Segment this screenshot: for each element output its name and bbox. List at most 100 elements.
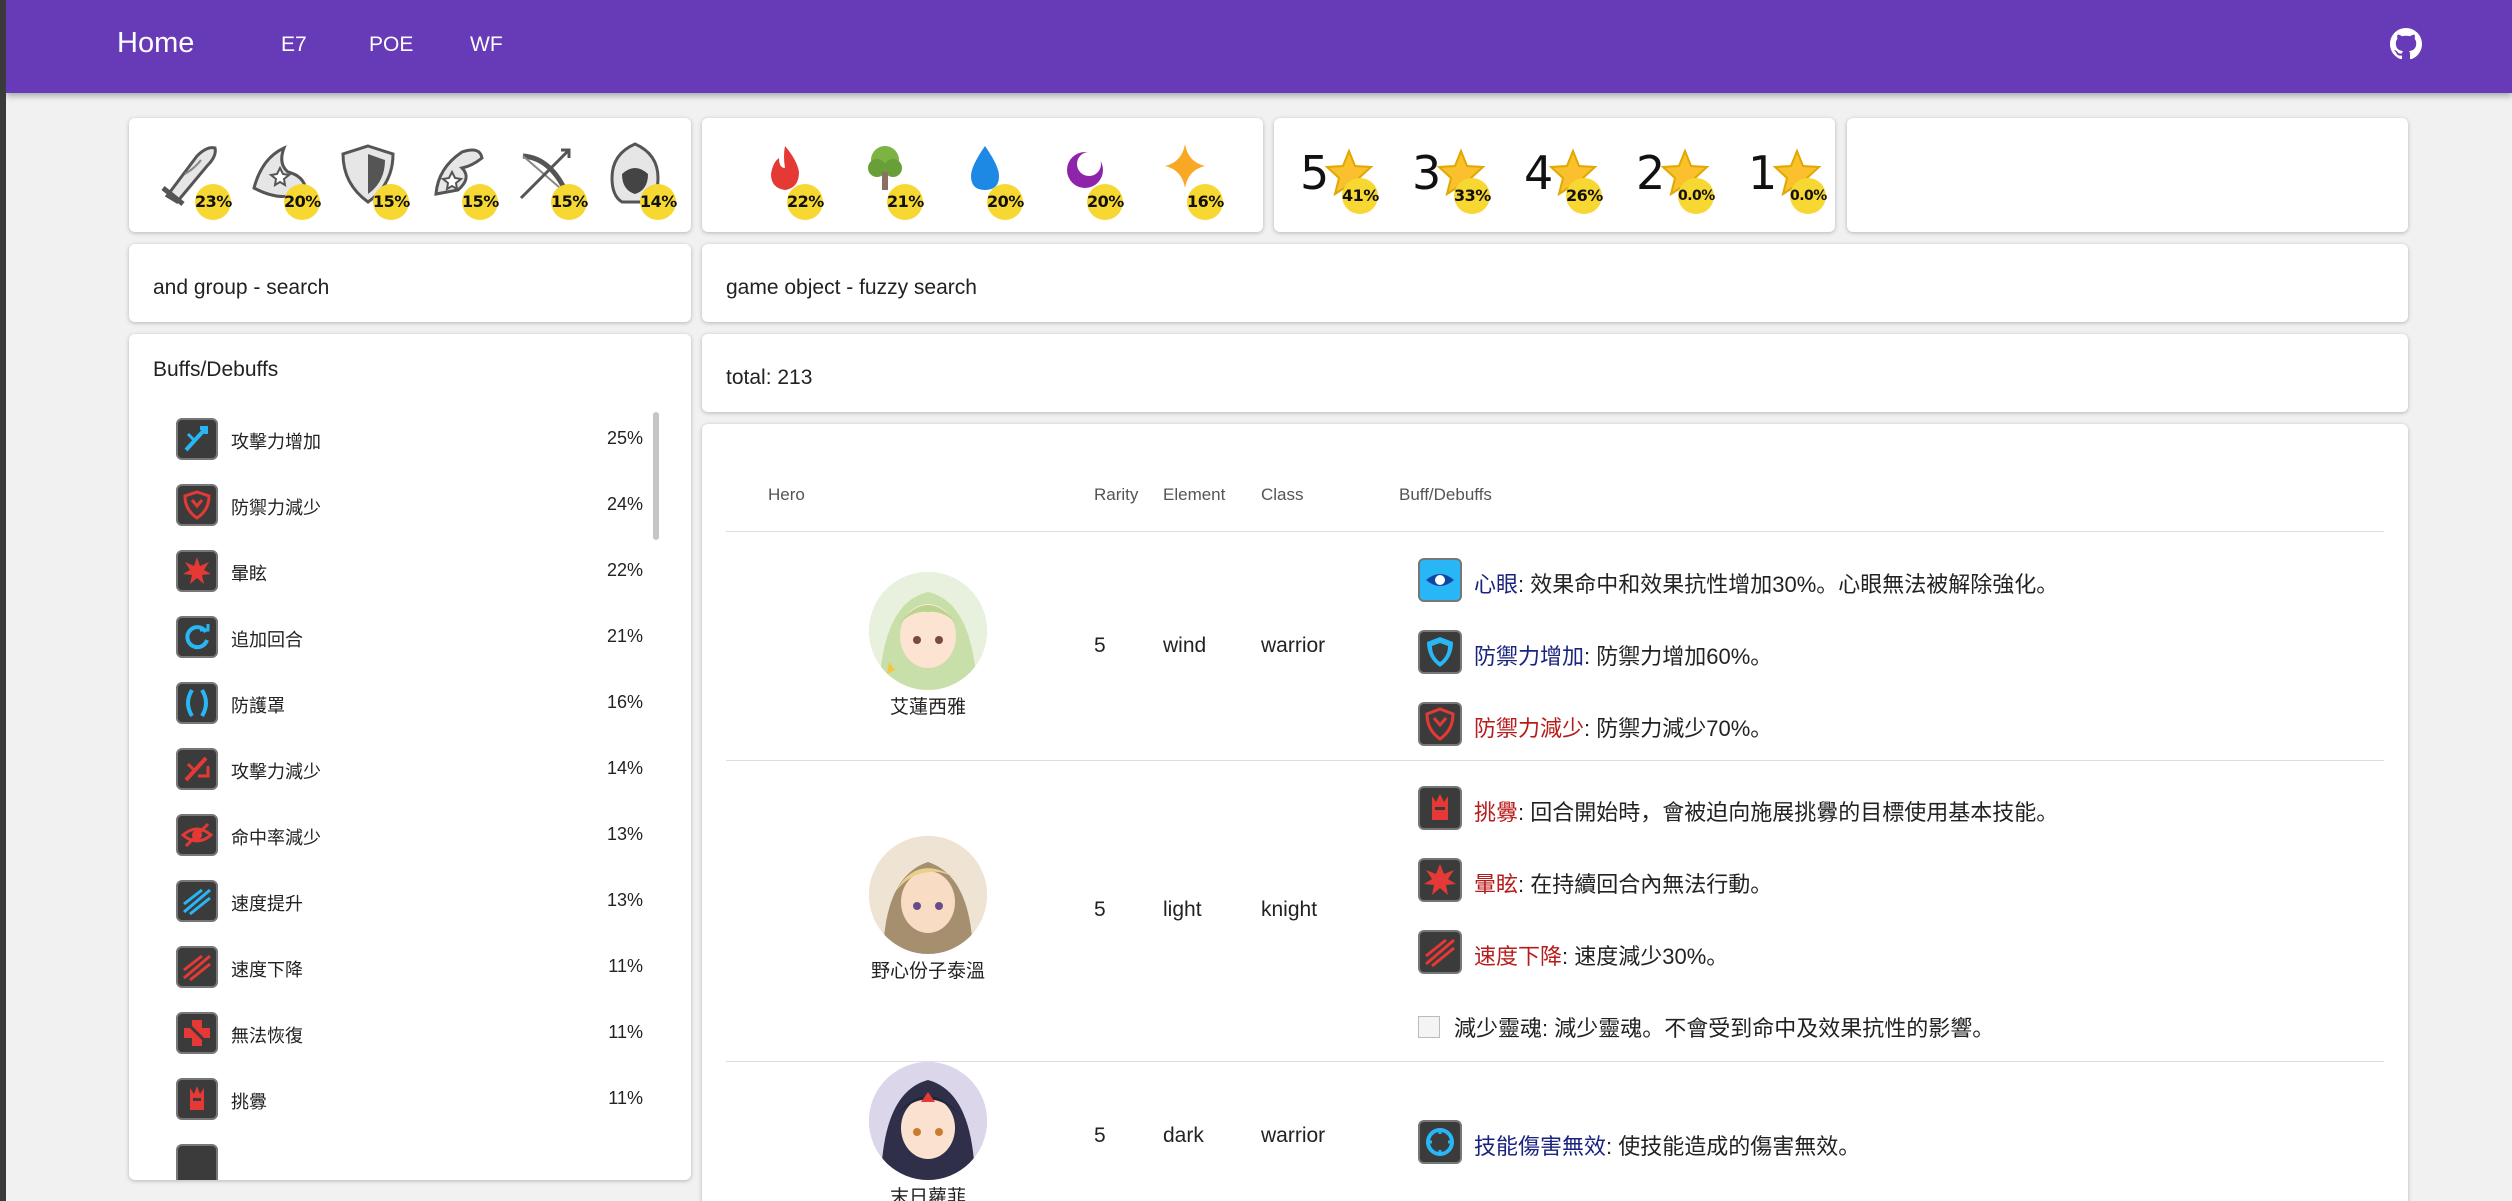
- column-header-class[interactable]: Class: [1261, 485, 1304, 505]
- class-pct-badge: 20%: [284, 184, 321, 220]
- class-pct-badge: 23%: [195, 184, 232, 220]
- buff-name[interactable]: 技能傷害無效: [1474, 1134, 1606, 1159]
- list-item[interactable]: 速度下降 11%: [129, 934, 691, 1000]
- unhealable-icon: [176, 1012, 218, 1054]
- element-pct-badge: 21%: [887, 184, 924, 220]
- buff-description: : 回合開始時，會被迫向施展挑釁的目標使用基本技能。: [1518, 800, 2059, 825]
- list-item[interactable]: 命中率減少 13%: [129, 802, 691, 868]
- attack-up-icon: [176, 418, 218, 460]
- group-search-field[interactable]: and group - search: [129, 244, 691, 322]
- list-item-pct: 13%: [606, 824, 643, 844]
- list-item-label: 無法恢復: [231, 1026, 303, 1046]
- rarity-pct-badge: 26%: [1566, 178, 1603, 214]
- class-filter-warrior[interactable]: 15%: [333, 138, 410, 222]
- stun-icon: [1418, 858, 1462, 902]
- list-item[interactable]: 速度提升 13%: [129, 868, 691, 934]
- hero-element: light: [1163, 898, 1202, 921]
- rarity-pct-badge: 0.0%: [1678, 178, 1715, 214]
- header-divider: [726, 531, 2384, 532]
- app-frame: Home E7 POE WF 23% 20% 15% 15% 15% 14% 2…: [6, 0, 2512, 1201]
- list-item-pct: 25%: [606, 428, 643, 448]
- list-item[interactable]: 防禦力減少 24%: [129, 472, 691, 538]
- column-header-buffs[interactable]: Buff/Debuffs: [1399, 485, 1492, 505]
- list-item[interactable]: 暈眩 22%: [129, 538, 691, 604]
- hero-table-card: Hero Rarity Element Class Buff/Debuffs 艾…: [702, 424, 2408, 1201]
- element-filter-earth[interactable]: 21%: [857, 138, 931, 222]
- hero-name: 野心份子泰溫: [870, 961, 985, 982]
- hero-class: knight: [1261, 898, 1318, 921]
- list-item-partial[interactable]: [129, 1132, 691, 1180]
- column-header-rarity[interactable]: Rarity: [1094, 485, 1138, 505]
- list-item-pct: 11%: [608, 1088, 643, 1108]
- defense-down-icon: [176, 484, 218, 526]
- nav-link-e7[interactable]: E7: [281, 33, 307, 57]
- class-filter-knight[interactable]: 23%: [155, 138, 232, 222]
- partial-buff-icon: [176, 1144, 218, 1180]
- hero-class: warrior: [1261, 1124, 1326, 1147]
- home-link[interactable]: Home: [117, 27, 194, 60]
- buff-name[interactable]: 防禦力增加: [1474, 644, 1584, 669]
- column-header-element[interactable]: Element: [1163, 485, 1225, 505]
- column-header-hero[interactable]: Hero: [768, 485, 805, 505]
- element-filter-light[interactable]: 16%: [1157, 138, 1231, 222]
- fuzzy-search-field[interactable]: game object - fuzzy search: [702, 244, 2408, 322]
- github-icon[interactable]: [2390, 28, 2422, 60]
- debuff-name[interactable]: 暈眩: [1474, 872, 1518, 897]
- list-item-label: 攻擊力減少: [231, 762, 321, 782]
- hero-element: wind: [1163, 634, 1207, 657]
- speed-up-icon: [176, 880, 218, 922]
- buff-name[interactable]: 心眼: [1474, 572, 1518, 597]
- nav-link-poe[interactable]: POE: [369, 33, 413, 57]
- element-filter-dark[interactable]: 20%: [1057, 138, 1131, 222]
- list-item[interactable]: 挑釁 11%: [129, 1066, 691, 1132]
- element-pct-badge: 22%: [787, 184, 824, 220]
- list-item[interactable]: 攻擊力減少 14%: [129, 736, 691, 802]
- list-item-pct: 21%: [606, 626, 643, 646]
- list-item[interactable]: 無法恢復 11%: [129, 1000, 691, 1066]
- list-item-label: 暈眩: [231, 564, 267, 584]
- element-filter-fire[interactable]: 22%: [757, 138, 831, 222]
- list-item[interactable]: 追加回合 21%: [129, 604, 691, 670]
- row-divider: [726, 760, 2384, 761]
- class-filter-ranger[interactable]: 15%: [511, 138, 588, 222]
- nav-link-wf[interactable]: WF: [470, 33, 503, 57]
- buff-description: : 速度減少30%。: [1562, 944, 1729, 969]
- list-item-pct: 22%: [606, 560, 643, 580]
- defense-down-icon: [1418, 702, 1462, 746]
- list-item[interactable]: 防護罩 16%: [129, 670, 691, 736]
- hero-avatar: [869, 836, 987, 954]
- list-item-label: 挑釁: [231, 1092, 267, 1112]
- rarity-filter-card: 5 41% 3 33% 4 26% 2 0.0% 1 0.0%: [1274, 118, 1835, 232]
- empty-card: [1847, 118, 2408, 232]
- class-pct-badge: 15%: [462, 184, 499, 220]
- app-bar: Home E7 POE WF: [6, 0, 2512, 93]
- skill-nullify-icon: [1418, 1120, 1462, 1164]
- buff-description: : 防禦力增加60%。: [1584, 644, 1773, 669]
- element-filter-card: 22% 21% 20% 20% 16%: [702, 118, 1263, 232]
- provoke-icon: [1418, 786, 1462, 830]
- class-filter-thief[interactable]: 14%: [600, 138, 677, 222]
- debuff-name[interactable]: 速度下降: [1474, 944, 1562, 969]
- debuff-name[interactable]: 挑釁: [1474, 800, 1518, 825]
- broken-image-icon: [1418, 1016, 1440, 1038]
- hero-avatar: [869, 572, 987, 690]
- class-pct-badge: 15%: [551, 184, 588, 220]
- list-item[interactable]: 攻擊力增加 25%: [129, 406, 691, 472]
- hero-name: 艾蓮西雅: [889, 697, 966, 718]
- list-item-pct: 11%: [608, 956, 643, 976]
- vigilance-icon: [1418, 558, 1462, 602]
- stun-icon: [176, 550, 218, 592]
- buffs-list-card: Buffs/Debuffs 攻擊力增加 25% 防禦力減少 24% 暈眩 22%: [129, 334, 691, 1180]
- element-pct-badge: 20%: [987, 184, 1024, 220]
- class-filter-soul-weaver[interactable]: 15%: [422, 138, 499, 222]
- element-filter-ice[interactable]: 20%: [957, 138, 1031, 222]
- hero-rarity: 5: [1094, 1124, 1106, 1147]
- class-pct-badge: 15%: [373, 184, 410, 220]
- row-divider: [726, 1061, 2384, 1062]
- debuff-name[interactable]: 防禦力減少: [1474, 716, 1584, 741]
- hero-rarity: 5: [1094, 634, 1106, 657]
- rarity-pct-badge: 33%: [1454, 178, 1491, 214]
- rarity-pct-badge: 41%: [1342, 178, 1379, 214]
- fuzzy-search-placeholder: game object - fuzzy search: [726, 276, 977, 299]
- class-filter-mage[interactable]: 20%: [244, 138, 321, 222]
